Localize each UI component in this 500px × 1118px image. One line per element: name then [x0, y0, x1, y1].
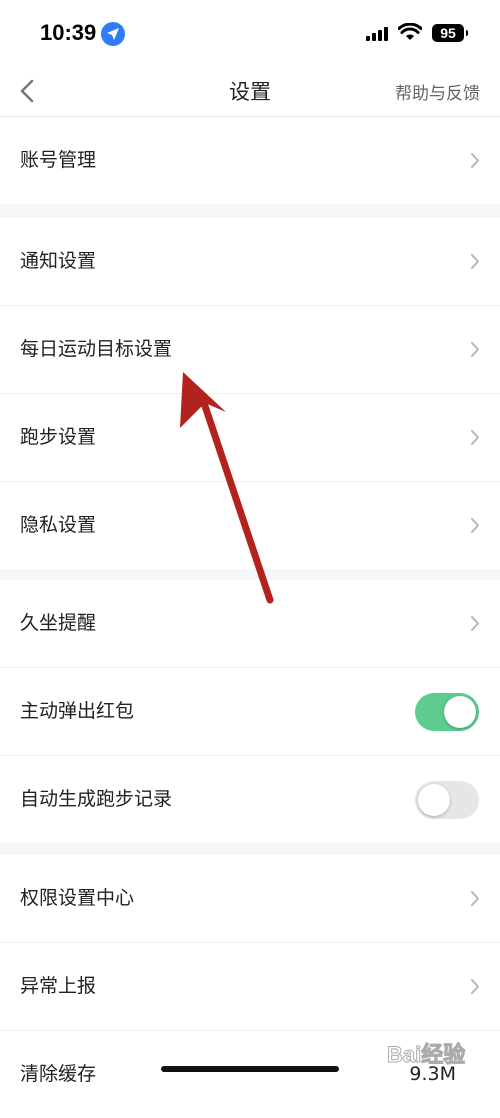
row-label: 主动弹出红包 — [20, 700, 135, 722]
row-label: 权限设置中心 — [20, 887, 135, 909]
chevron-right-icon — [470, 517, 480, 538]
toggle-knob — [444, 696, 476, 728]
settings-group-general: 通知设置 每日运动目标设置 跑步设置 隐私设置 — [0, 218, 500, 569]
chevron-right-icon — [470, 978, 480, 999]
row-label: 通知设置 — [20, 250, 97, 272]
auto-run-record-toggle[interactable] — [415, 781, 479, 819]
settings-row-running[interactable]: 跑步设置 — [0, 394, 500, 482]
signal-bars-icon — [366, 26, 388, 45]
row-label: 自动生成跑步记录 — [20, 788, 173, 810]
location-arrow-icon — [101, 22, 125, 46]
battery-icon: 95 — [432, 24, 468, 42]
row-label: 跑步设置 — [20, 426, 97, 448]
chevron-right-icon — [470, 253, 480, 274]
settings-group-account: 账号管理 — [0, 117, 500, 204]
settings-row-notification[interactable]: 通知设置 — [0, 218, 500, 306]
settings-row-error-report[interactable]: 异常上报 — [0, 943, 500, 1031]
status-bar: 10:39 95 — [0, 0, 500, 66]
settings-row-permissions[interactable]: 权限设置中心 — [0, 855, 500, 943]
row-label: 隐私设置 — [20, 514, 97, 536]
chevron-right-icon — [470, 341, 480, 362]
chevron-right-icon — [470, 152, 480, 173]
watermark-logo: Bai经验 — [387, 1030, 492, 1080]
wifi-icon — [397, 22, 423, 45]
row-label: 久坐提醒 — [20, 612, 97, 634]
settings-row-privacy[interactable]: 隐私设置 — [0, 482, 500, 569]
settings-row-sedentary-reminder[interactable]: 久坐提醒 — [0, 580, 500, 668]
settings-row-account-management[interactable]: 账号管理 — [0, 117, 500, 204]
watermark-text: Bai经验 — [387, 1042, 466, 1068]
home-indicator — [161, 1066, 339, 1072]
help-feedback-link[interactable]: 帮助与反馈 — [395, 79, 480, 104]
status-time: 10:39 — [40, 20, 97, 45]
red-packet-toggle[interactable] — [415, 693, 479, 731]
settings-row-red-packet-popup: 主动弹出红包 — [0, 668, 500, 756]
row-label: 清除缓存 — [20, 1063, 97, 1085]
chevron-right-icon — [470, 429, 480, 450]
toggle-knob — [418, 784, 450, 816]
settings-row-auto-run-record: 自动生成跑步记录 — [0, 756, 500, 843]
chevron-right-icon — [470, 890, 480, 911]
settings-row-daily-goal[interactable]: 每日运动目标设置 — [0, 306, 500, 394]
settings-group-reminders: 久坐提醒 主动弹出红包 自动生成跑步记录 — [0, 580, 500, 843]
row-label: 账号管理 — [20, 149, 97, 171]
row-label: 异常上报 — [20, 975, 97, 997]
chevron-right-icon — [470, 615, 480, 636]
nav-bar: 设置 帮助与反馈 — [0, 66, 500, 117]
row-label: 每日运动目标设置 — [20, 338, 173, 360]
